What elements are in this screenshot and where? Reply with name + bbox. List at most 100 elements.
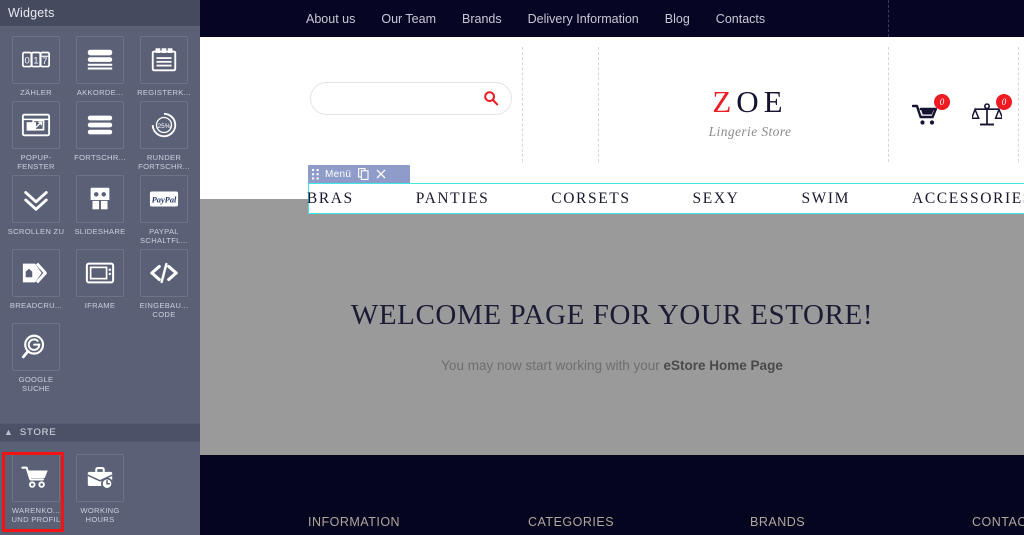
- widget-item-slideshare[interactable]: SLIDESHARE: [68, 171, 132, 245]
- counter-icon: 017: [12, 36, 60, 84]
- site-body: WELCOME PAGE FOR YOUR ESTORE! You may no…: [200, 215, 1024, 455]
- widget-item-label: ZÄHLER: [20, 88, 52, 97]
- site-topbar: About us Our Team Brands Delivery Informati…: [200, 0, 1024, 37]
- widget-grid: 0 1 7 ZÄHLER AKKORDE... REGISTERK... POPUP-FEN…: [0, 26, 200, 393]
- top-navigation: About us Our Team Brands Delivery Informati…: [306, 12, 791, 26]
- cart-button[interactable]: 0: [911, 94, 950, 132]
- logo-subtitle: Lingerie Store: [708, 124, 792, 139]
- search-button[interactable]: [483, 90, 499, 106]
- google-search-icon: [12, 323, 60, 371]
- topbar-divider: [888, 0, 889, 37]
- copy-icon[interactable]: [358, 168, 369, 180]
- embedded-code-icon: [140, 249, 188, 297]
- widget-toolbar-label: Menü: [325, 168, 352, 180]
- widget-item-label: POPUP-FENSTER: [17, 153, 55, 171]
- widget-item-label: WORKING HOURS: [80, 506, 120, 524]
- widget-item-z-hler[interactable]: 0 1 7 ZÄHLER: [4, 32, 68, 97]
- widget-item-label: WARENKO... UND PROFIL: [11, 506, 61, 524]
- widget-group-title: STORE: [19, 427, 57, 438]
- widget-item-working-hours[interactable]: WORKING HOURS: [68, 450, 132, 524]
- widget-item-breadcru[interactable]: BREADCRU...: [4, 245, 68, 319]
- site-logo[interactable]: ZOE Lingerie Store: [660, 85, 840, 140]
- site-menu: BRAS PANTIES CORSETS SEXY SWIM ACCESSORIES: [307, 183, 1024, 214]
- widget-item-iframe[interactable]: IFRAME: [68, 245, 132, 319]
- widget-item-registerk[interactable]: REGISTERK...: [132, 32, 196, 97]
- widget-item-label: PAYPAL SCHALTFL...: [140, 227, 188, 245]
- widget-list-scroll-area[interactable]: 0 1 7 ZÄHLER AKKORDE... REGISTERK... POPUP-FEN…: [0, 26, 200, 423]
- widget-item-scrollen-zu[interactable]: SCROLLEN ZU: [4, 171, 68, 245]
- svg-text:0: 0: [24, 55, 29, 65]
- svg-text:1: 1: [33, 55, 38, 65]
- shopping-cart-icon: [12, 454, 60, 502]
- briefcase-clock-icon: [76, 454, 124, 502]
- slideshare-icon: [76, 175, 124, 223]
- topnav-item-delivery-information[interactable]: Delivery Information: [528, 12, 639, 26]
- widget-item-paypal-schaltfl[interactable]: PayPal PAYPAL SCHALTFL...: [132, 171, 196, 245]
- widget-item-runder-fortschr[interactable]: 25% RUNDER FORTSCHR...: [132, 97, 196, 171]
- widget-item-warenko-und-profil[interactable]: WARENKO... UND PROFIL: [4, 450, 68, 524]
- menu-item-bras[interactable]: BRAS: [307, 190, 354, 208]
- svg-text:7: 7: [42, 56, 47, 66]
- topnav-item-about-us[interactable]: About us: [306, 12, 355, 26]
- logo-text: ZOE: [660, 85, 840, 119]
- widget-item-fortschr[interactable]: FORTSCHR...: [68, 97, 132, 171]
- sidebar-title: Widgets: [8, 6, 55, 20]
- header-divider-2: [598, 47, 599, 162]
- search-input[interactable]: [325, 83, 493, 114]
- widget-item-popup-fenster[interactable]: POPUP-FENSTER: [4, 97, 68, 171]
- scroll-to-icon: [12, 175, 60, 223]
- editor-window: Widgets 0 1 7 ZÄHLER AKKORDE... REGISTERK... P…: [0, 0, 1024, 535]
- search-box[interactable]: [310, 82, 512, 115]
- widget-item-google-suche[interactable]: GOOGLE SUCHE: [4, 319, 68, 393]
- svg-text:25%: 25%: [157, 123, 170, 130]
- logo-rest: OE: [736, 84, 788, 119]
- widget-item-label: AKKORDE...: [76, 88, 124, 97]
- widget-item-akkorde[interactable]: AKKORDE...: [68, 32, 132, 97]
- logo-first-letter: Z: [712, 84, 737, 119]
- widgets-sidebar: Widgets 0 1 7 ZÄHLER AKKORDE... REGISTERK... P…: [0, 0, 200, 535]
- widget-item-eingebau-code[interactable]: EINGEBAU... CODE: [132, 245, 196, 319]
- topnav-item-blog[interactable]: Blog: [665, 12, 690, 26]
- menu-widget[interactable]: Menü BRAS PANTIES CORSETS SEXY SWIM ACCESSORI…: [307, 165, 1024, 214]
- menu-item-sexy[interactable]: SEXY: [693, 190, 740, 208]
- widget-item-label: REGISTERK...: [137, 88, 191, 97]
- menu-item-accessories[interactable]: ACCESSORIES: [912, 190, 1024, 208]
- menu-item-corsets[interactable]: CORSETS: [551, 190, 630, 208]
- page-subtitle-text: You may now start working with your: [441, 358, 664, 373]
- chevron-up-icon: ▲: [4, 427, 13, 437]
- breadcrumbs-icon: [12, 249, 60, 297]
- menu-item-panties[interactable]: PANTIES: [416, 190, 490, 208]
- widget-toolbar: Menü: [308, 165, 410, 183]
- compare-button[interactable]: 0: [970, 94, 1012, 134]
- topnav-item-contacts[interactable]: Contacts: [716, 12, 765, 26]
- widget-item-label: SCROLLEN ZU: [7, 227, 65, 236]
- header-divider-4: [1018, 47, 1019, 162]
- footer-heading-information: INFORMATION: [308, 515, 401, 529]
- topnav-item-our-team[interactable]: Our Team: [381, 12, 436, 26]
- progress-bar-icon: [76, 101, 124, 149]
- topnav-item-brands[interactable]: Brands: [462, 12, 502, 26]
- widget-item-label: FORTSCHR...: [74, 153, 126, 162]
- drag-handle-icon[interactable]: [312, 168, 320, 180]
- estore-home-page-link[interactable]: eStore Home Page: [664, 358, 783, 373]
- footer-heading-brands: BRANDS: [750, 515, 806, 529]
- menu-item-swim[interactable]: SWIM: [801, 190, 850, 208]
- site-footer: INFORMATION CATEGORIES BRANDS CONTACTS: [200, 455, 1024, 535]
- iframe-icon: [76, 249, 124, 297]
- page-title: WELCOME PAGE FOR YOUR ESTORE!: [350, 299, 874, 331]
- paypal-button-icon: PayPal: [140, 175, 188, 223]
- widget-item-label: BREADCRU...: [9, 301, 63, 310]
- footer-heading-contacts: CONTACTS: [972, 515, 1024, 529]
- site-preview: About us Our Team Brands Delivery Informati…: [200, 0, 1024, 535]
- sidebar-header: Widgets: [0, 0, 200, 26]
- header-divider-3: [888, 47, 889, 162]
- search-icon: [484, 91, 499, 106]
- widget-item-label: EINGEBAU... CODE: [139, 301, 189, 319]
- svg-text:PayPal: PayPal: [152, 194, 177, 204]
- popup-window-icon: [12, 101, 60, 149]
- tabs-icon: [140, 36, 188, 84]
- close-icon[interactable]: [376, 169, 386, 179]
- footer-heading-categories: CATEGORIES: [528, 515, 615, 529]
- widget-group-store-header[interactable]: ▲ STORE: [0, 423, 200, 442]
- widget-item-label: IFRAME: [84, 301, 116, 310]
